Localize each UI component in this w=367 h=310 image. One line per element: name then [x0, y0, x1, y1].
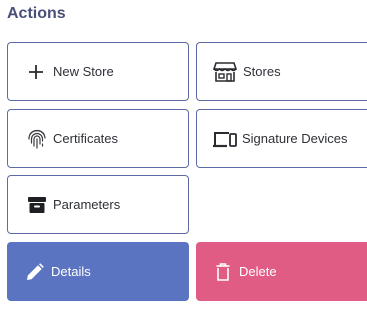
- parameters-label: Parameters: [53, 197, 121, 212]
- store-icon: [213, 61, 237, 83]
- delete-button[interactable]: Delete: [196, 242, 367, 301]
- delete-label: Delete: [239, 264, 277, 279]
- plus-icon: [28, 64, 44, 80]
- details-button[interactable]: Details: [7, 242, 189, 301]
- stores-label: Stores: [243, 64, 281, 79]
- new-store-button[interactable]: New Store: [7, 42, 189, 101]
- section-title: Actions: [7, 5, 66, 22]
- stores-button[interactable]: Stores: [196, 42, 367, 101]
- fingerprint-icon: [27, 128, 47, 150]
- signature-devices-button[interactable]: Signature Devices: [196, 109, 367, 168]
- new-store-label: New Store: [53, 64, 114, 79]
- certificates-label: Certificates: [53, 131, 119, 146]
- certificates-button[interactable]: Certificates: [7, 109, 189, 168]
- archive-icon: [27, 195, 47, 215]
- devices-icon: [213, 130, 237, 148]
- details-label: Details: [51, 264, 91, 279]
- pencil-icon: [26, 262, 44, 281]
- signature-devices-label: Signature Devices: [242, 131, 348, 146]
- parameters-button[interactable]: Parameters: [7, 175, 189, 234]
- trash-icon: [216, 262, 230, 281]
